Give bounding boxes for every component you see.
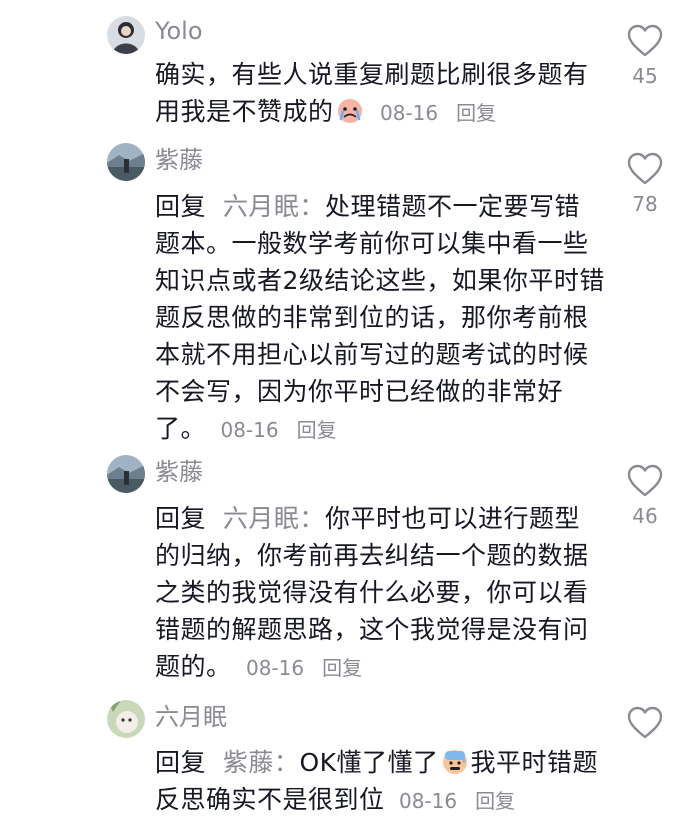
reply-prefix: 回复 [155,192,207,221]
avatar[interactable] [107,455,145,493]
heart-icon[interactable] [627,464,663,498]
comment-text: OK懂了懂了 [299,748,439,777]
avatar-image [107,16,145,54]
heart-icon[interactable] [627,24,663,58]
reply-target[interactable]: 紫藤： [223,748,300,777]
reply-to: 回复 六月眠： [155,504,325,533]
reply-to: 回复 六月眠： [155,192,325,221]
reply-button[interactable]: 回复 [322,656,362,680]
comment-date: 08-16 [379,101,439,125]
comment-body: 回复 六月眠：处理错题不一定要写错题本。一般数学考前你可以集中看一些知识点或者2… [155,188,605,449]
comment-text: 处理错题不一定要写错题本。一般数学考前你可以集中看一些知识点或者2级结论这些，如… [155,192,605,443]
crying-face-emoji [336,97,364,125]
reply-button[interactable]: 回复 [475,789,515,813]
cold-sweat-face-emoji [441,748,469,776]
like-count: 78 [632,192,658,216]
avatar-image [107,700,145,738]
like-area [624,706,666,746]
like-area: 46 [624,464,666,528]
comment-username[interactable]: 紫藤 [155,145,203,175]
reply-target[interactable]: 六月眠： [223,192,325,221]
comment-username[interactable]: 六月眠 [155,702,227,732]
avatar-image [107,143,145,181]
comment-body: 回复 六月眠：你平时也可以进行题型的归纳，你考前再去纠结一个题的数据之类的我觉得… [155,500,605,687]
comment-date: 08-16 [245,656,305,680]
comment-meta: 08-16 回复 [374,101,496,125]
reply-target[interactable]: 六月眠： [223,504,325,533]
heart-icon[interactable] [627,706,663,740]
comment-body: 回复 紫藤：OK懂了懂了 我平时错题反思确实不是很到位 08-16 回复 [155,744,605,820]
comment-username[interactable]: Yolo [155,16,203,46]
reply-button[interactable]: 回复 [297,418,337,442]
comment-username[interactable]: 紫藤 [155,457,203,487]
comment-date: 08-16 [220,418,279,442]
comment-body: 确实，有些人说重复刷题比刷很多题有用我是不赞成的 08-16 回复 [155,56,605,132]
like-area: 45 [624,24,666,88]
reply-to: 回复 紫藤： [155,748,299,777]
like-count: 46 [632,504,658,528]
comment-meta: 08-16 回复 [393,789,515,813]
avatar-image [107,455,145,493]
avatar[interactable] [107,143,145,181]
avatar[interactable] [107,16,145,54]
avatar[interactable] [107,700,145,738]
like-count: 45 [632,64,658,88]
comment-date: 08-16 [398,789,458,813]
like-area: 78 [624,152,666,216]
reply-button[interactable]: 回复 [456,101,496,125]
reply-prefix: 回复 [155,504,207,533]
comment-meta: 08-16 回复 [214,418,336,442]
heart-icon[interactable] [627,152,663,186]
comment-meta: 08-16 回复 [240,656,362,680]
reply-prefix: 回复 [155,748,207,777]
comment-text: 确实，有些人说重复刷题比刷很多题有用我是不赞成的 [155,60,589,126]
